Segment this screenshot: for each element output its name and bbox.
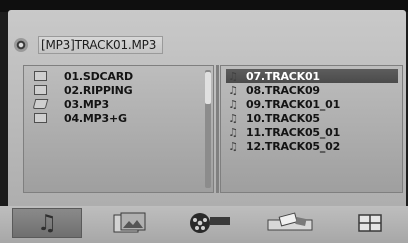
card-reader-icon <box>267 212 313 231</box>
disc-icon <box>14 38 28 52</box>
music-note-icon: ♫ <box>228 69 238 83</box>
file-item-track09[interactable]: ♫ 08.TRACK09 <box>226 83 398 97</box>
file-item-track01-01[interactable]: ♫ 09.TRACK01_01 <box>226 97 398 111</box>
folder-label: 01.SDCARD <box>64 69 133 83</box>
folder-icon <box>34 71 47 81</box>
folder-open-icon <box>32 99 49 109</box>
music-note-icon: ♫ <box>37 210 57 236</box>
folder-icon <box>34 85 47 95</box>
file-label: 07.TRACK01 <box>246 69 320 83</box>
panel-divider <box>216 65 219 193</box>
music-note-icon: ♫ <box>228 111 238 125</box>
grid-mode-button[interactable] <box>350 208 390 238</box>
folder-item-mp3g[interactable]: 04.MP3+G <box>34 111 199 125</box>
folder-item-sdcard[interactable]: 01.SDCARD <box>34 69 199 83</box>
folder-item-mp3[interactable]: 03.MP3 <box>32 97 199 111</box>
music-note-icon: ♫ <box>228 125 238 139</box>
current-path: [MP3]TRACK01.MP3 <box>38 36 164 54</box>
grid-icon <box>358 214 382 232</box>
music-note-icon: ♫ <box>228 97 238 111</box>
file-label: 08.TRACK09 <box>246 83 320 97</box>
file-label: 12.TRACK05_02 <box>246 139 341 153</box>
photo-icon <box>113 212 146 233</box>
music-note-icon: ♫ <box>228 83 238 97</box>
movie-mode-button[interactable] <box>180 208 240 238</box>
file-item-track01[interactable]: ♫ 07.TRACK01 <box>226 69 398 83</box>
card-mode-button[interactable] <box>255 208 325 238</box>
music-mode-button[interactable]: ♫ <box>12 208 82 238</box>
film-reel-icon <box>190 213 230 233</box>
folder-label: 03.MP3 <box>64 97 109 111</box>
photo-mode-button[interactable] <box>100 208 160 238</box>
file-item-track05[interactable]: ♫ 10.TRACK05 <box>226 111 398 125</box>
music-note-icon: ♫ <box>228 139 238 153</box>
file-item-track05-01[interactable]: ♫ 11.TRACK05_01 <box>226 125 398 139</box>
folder-label: 04.MP3+G <box>64 111 127 125</box>
path-bar: [MP3]TRACK01.MP3 <box>14 35 194 55</box>
file-label: 11.TRACK05_01 <box>246 125 341 139</box>
file-item-track05-02[interactable]: ♫ 12.TRACK05_02 <box>226 139 398 153</box>
folder-icon <box>34 113 47 123</box>
file-label: 10.TRACK05 <box>246 111 320 125</box>
folder-label: 02.RIPPING <box>64 83 133 97</box>
file-label: 09.TRACK01_01 <box>246 97 341 111</box>
folder-item-ripping[interactable]: 02.RIPPING <box>34 83 199 97</box>
left-scrollbar-thumb[interactable] <box>205 72 211 104</box>
